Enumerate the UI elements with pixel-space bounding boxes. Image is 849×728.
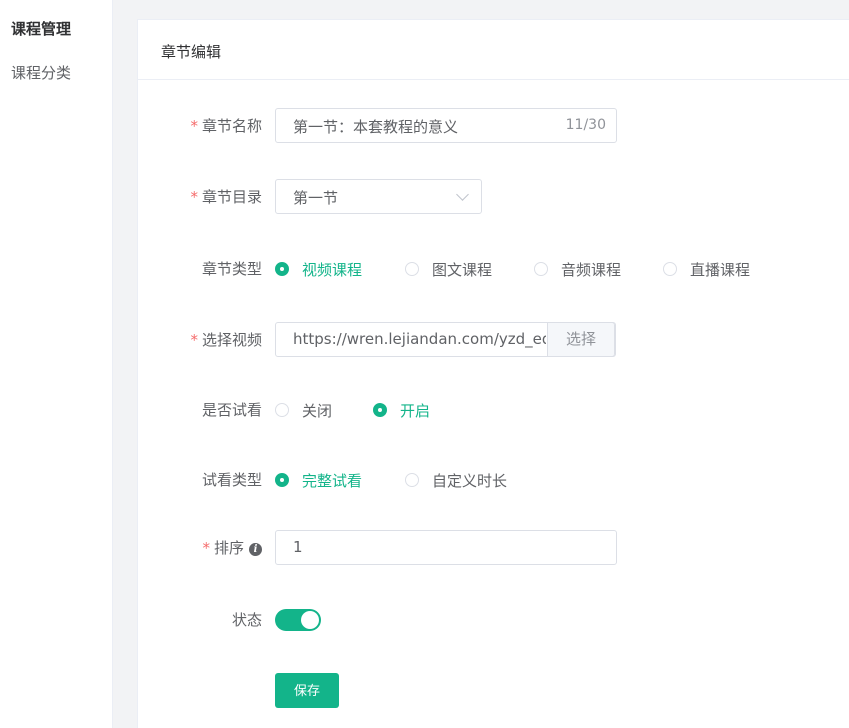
sort-input[interactable]: 1 bbox=[275, 530, 617, 565]
radio-audio-course[interactable]: 音频课程 bbox=[534, 259, 621, 279]
radio-custom-duration[interactable]: 自定义时长 bbox=[405, 470, 507, 490]
save-button[interactable]: 保存 bbox=[275, 673, 339, 708]
sort-label: * 排序 i bbox=[142, 538, 262, 558]
video-url-input[interactable]: https://wren.lejiandan.com/yzd_ed 选择 bbox=[275, 322, 616, 357]
sidebar-item-course-management[interactable]: 课程管理 bbox=[11, 18, 71, 39]
trial-label: 是否试看 bbox=[201, 401, 262, 419]
radio-live-course[interactable]: 直播课程 bbox=[663, 259, 750, 279]
required-mark: * bbox=[202, 539, 210, 557]
chapter-name-label: * 章节名称 bbox=[190, 117, 262, 135]
video-label: * 选择视频 bbox=[190, 331, 262, 349]
choose-video-button[interactable]: 选择 bbox=[547, 322, 615, 357]
sidebar: 课程管理 课程分类 bbox=[0, 0, 113, 728]
required-mark: * bbox=[190, 188, 198, 206]
radio-trial-off[interactable]: 关闭 bbox=[275, 400, 332, 420]
trial-type-label: 试看类型 bbox=[201, 471, 262, 489]
radio-full-trial[interactable]: 完整试看 bbox=[275, 470, 362, 490]
required-mark: * bbox=[190, 117, 198, 135]
sidebar-item-course-category[interactable]: 课程分类 bbox=[11, 62, 71, 83]
chapter-edit-card: 章节编辑 * 章节名称 第一节：本套教程的意义 11/30 * 章节目录 第一节 章… bbox=[137, 19, 849, 728]
info-icon[interactable]: i bbox=[249, 543, 262, 556]
chapter-type-label: 章节类型 bbox=[201, 260, 262, 278]
char-counter: 11/30 bbox=[565, 117, 606, 133]
chapter-dir-label: * 章节目录 bbox=[190, 188, 262, 206]
chapter-name-input[interactable]: 第一节：本套教程的意义 11/30 bbox=[275, 108, 617, 143]
radio-video-course[interactable]: 视频课程 bbox=[275, 259, 362, 279]
status-toggle[interactable] bbox=[275, 609, 321, 631]
radio-article-course[interactable]: 图文课程 bbox=[405, 259, 492, 279]
chapter-dir-select[interactable]: 第一节 bbox=[275, 179, 482, 214]
radio-trial-on[interactable]: 开启 bbox=[373, 400, 430, 420]
required-mark: * bbox=[190, 331, 198, 349]
toggle-knob bbox=[301, 611, 319, 629]
card-header: 章节编辑 bbox=[138, 20, 849, 80]
status-label: 状态 bbox=[231, 611, 262, 629]
card-title: 章节编辑 bbox=[161, 43, 222, 61]
chevron-down-icon bbox=[456, 188, 469, 201]
